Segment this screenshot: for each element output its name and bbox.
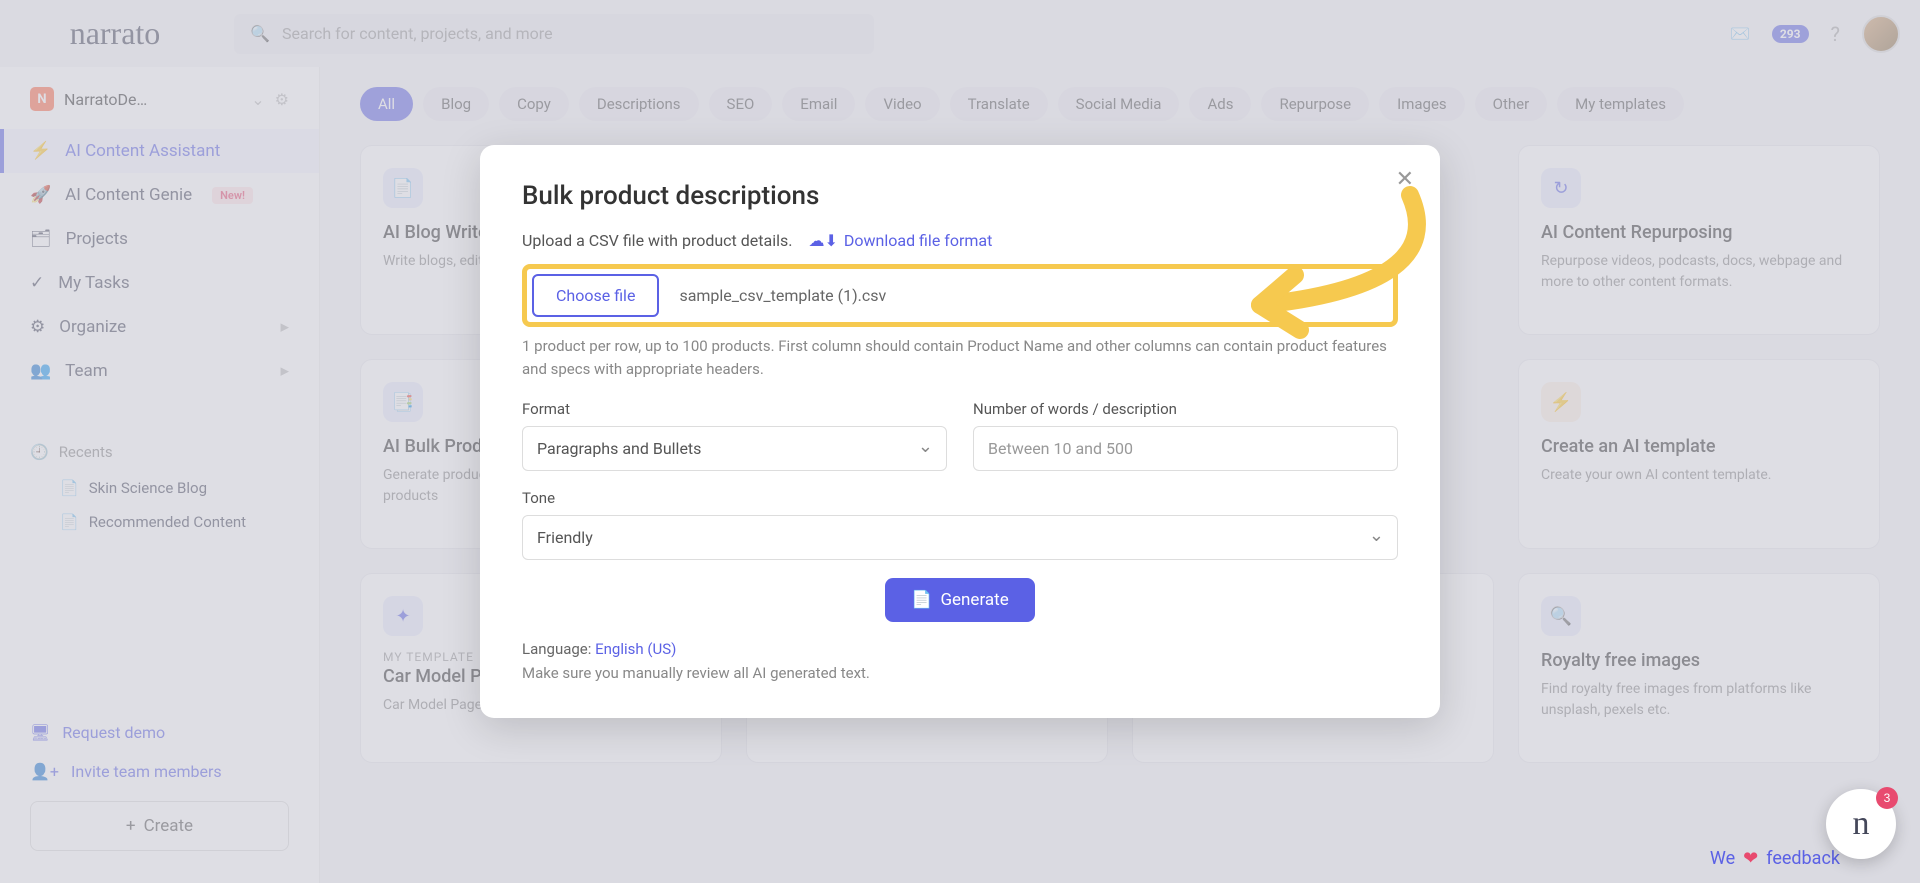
- upload-label: Upload a CSV file with product details.: [522, 231, 792, 250]
- selected-file-name: sample_csv_template (1).csv: [679, 286, 886, 305]
- generate-button[interactable]: 📄 Generate: [885, 578, 1034, 622]
- tone-select[interactable]: Friendly: [522, 515, 1398, 560]
- download-format-link[interactable]: ☁⬇ Download file format: [808, 231, 992, 250]
- file-upload-highlight: Choose file sample_csv_template (1).csv: [522, 264, 1398, 327]
- format-label: Format: [522, 400, 947, 418]
- words-input[interactable]: [973, 426, 1398, 471]
- chat-fab[interactable]: n 3: [1826, 789, 1896, 859]
- words-label: Number of words / description: [973, 400, 1398, 418]
- bulk-product-descriptions-modal: ✕ Bulk product descriptions Upload a CSV…: [480, 145, 1440, 718]
- cloud-download-icon: ☁⬇: [808, 231, 837, 250]
- format-select[interactable]: Paragraphs and Bullets: [522, 426, 947, 471]
- fab-badge: 3: [1876, 787, 1898, 809]
- close-icon[interactable]: ✕: [1396, 167, 1414, 192]
- feedback-widget[interactable]: We❤feedback: [1710, 848, 1840, 869]
- tone-label: Tone: [522, 489, 1398, 507]
- review-note: Make sure you manually review all AI gen…: [522, 664, 1398, 682]
- upload-hint: 1 product per row, up to 100 products. F…: [522, 335, 1398, 380]
- language-link[interactable]: English (US): [595, 640, 676, 658]
- language-row: Language: English (US): [522, 640, 1398, 658]
- heart-icon: ❤: [1743, 848, 1758, 869]
- doc-icon: 📄: [911, 590, 932, 610]
- choose-file-button[interactable]: Choose file: [532, 274, 659, 317]
- modal-title: Bulk product descriptions: [522, 181, 1398, 211]
